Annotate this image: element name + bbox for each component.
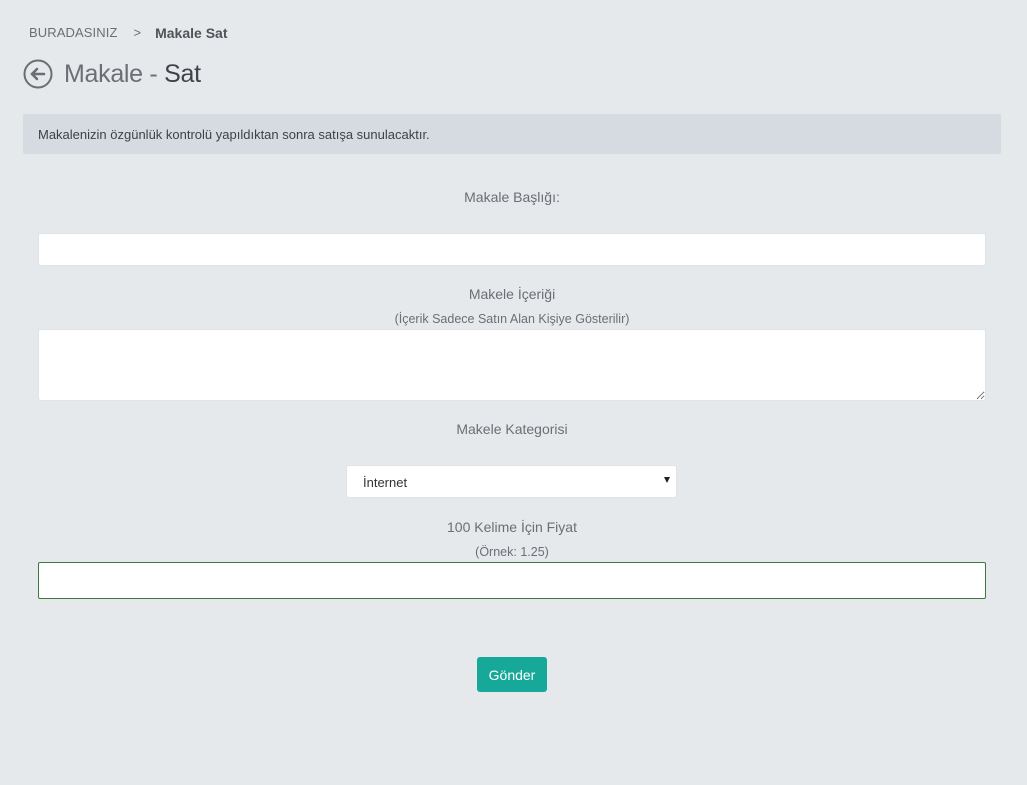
page-title-strong: Sat xyxy=(164,60,201,88)
article-content-hint: (İçerik Sadece Satın Alan Kişiye Gösteri… xyxy=(394,312,630,326)
submit-button[interactable]: Gönder xyxy=(477,657,547,692)
info-alert-text: Makalenizin özgünlük kontrolü yapıldıkta… xyxy=(38,126,430,142)
page-title: Makale - Sat xyxy=(64,59,201,89)
info-alert: Makalenizin özgünlük kontrolü yapıldıkta… xyxy=(23,114,1001,154)
breadcrumb: BURADASINIZ > Makale Sat xyxy=(29,25,227,41)
breadcrumb-current: Makale Sat xyxy=(155,25,228,41)
breadcrumb-separator: > xyxy=(133,25,142,40)
article-category-label: Makele Kategorisi xyxy=(456,421,568,437)
breadcrumb-root[interactable]: BURADASINIZ xyxy=(29,25,118,41)
article-content-label: Makele İçeriği xyxy=(468,286,556,302)
page-title-light: Makale - xyxy=(64,60,165,88)
article-title-label: Makale Başlığı: xyxy=(464,189,560,205)
article-category-select[interactable]: İnternet xyxy=(346,465,677,498)
article-category-selected: İnternet xyxy=(363,475,408,490)
page-header: Makale - Sat xyxy=(23,59,201,89)
price-hint: (Örnek: 1.25) xyxy=(475,545,549,559)
article-title-input[interactable] xyxy=(38,233,986,266)
arrow-left-circle-icon[interactable] xyxy=(23,59,53,89)
article-content-textarea[interactable] xyxy=(38,329,986,401)
price-input[interactable] xyxy=(38,562,986,599)
page: BURADASINIZ > Makale Sat Makale - Sat Ma… xyxy=(0,0,1027,785)
price-label: 100 Kelime İçin Fiyat xyxy=(447,519,577,535)
caret-down-icon xyxy=(664,477,670,483)
